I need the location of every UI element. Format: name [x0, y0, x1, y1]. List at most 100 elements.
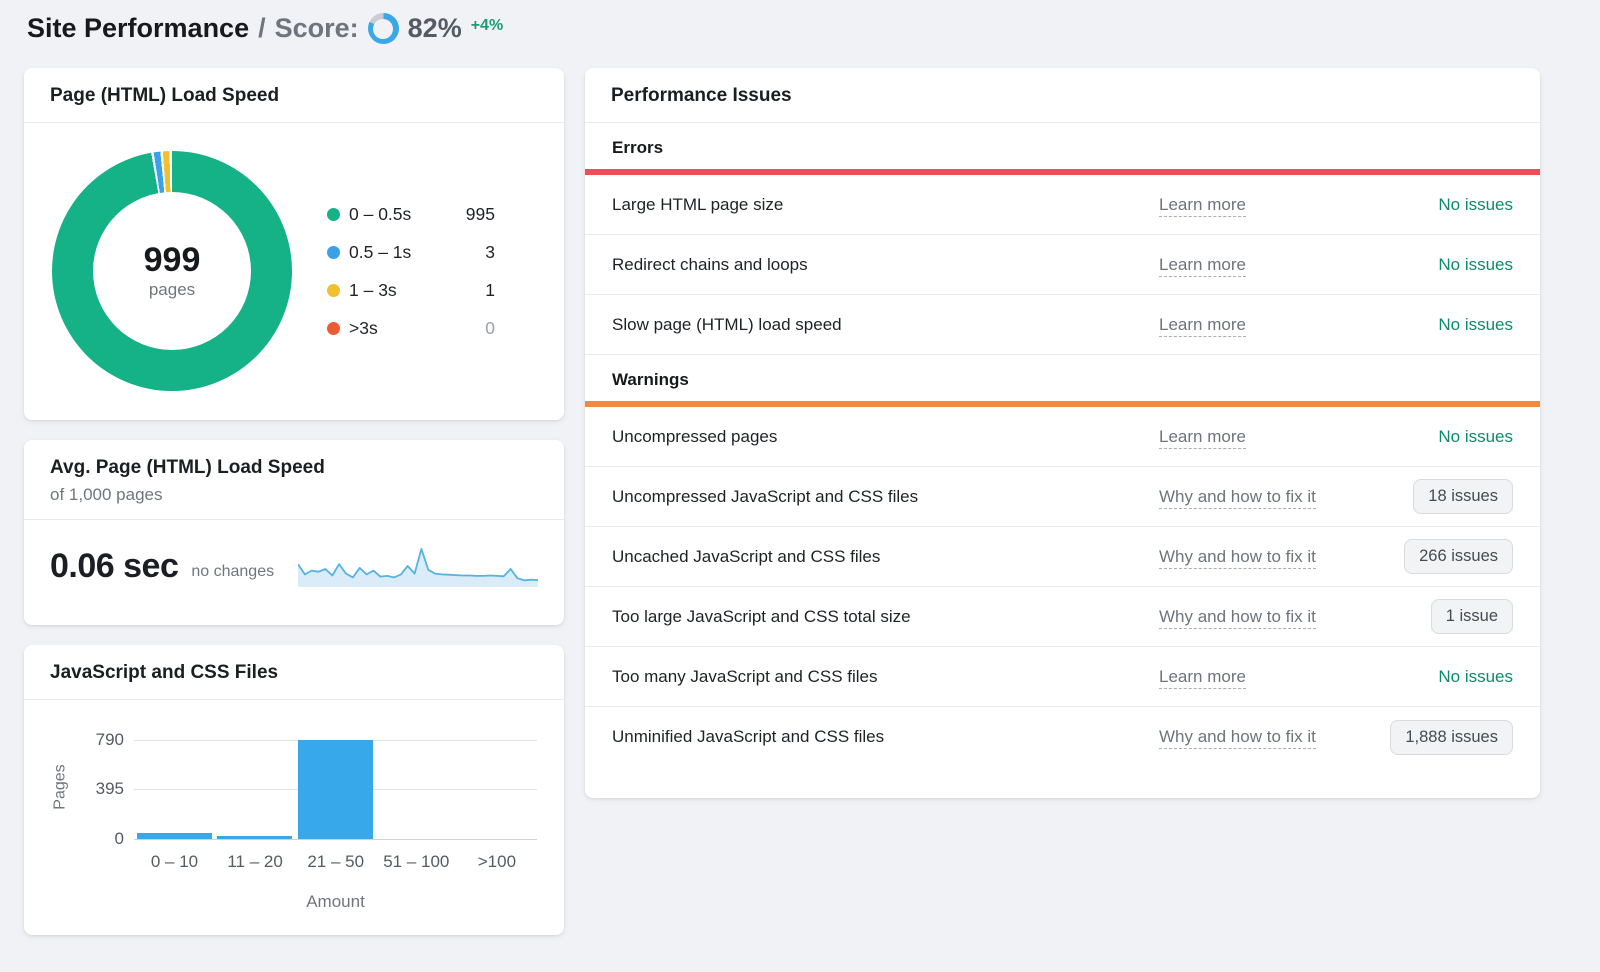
bar-21 – 50 — [298, 740, 373, 839]
files-bar-chart: 790 395 0 0 – 10 11 – 20 21 – 50 51 – 10… — [24, 700, 564, 934]
card-performance-issues: Performance Issues Errors Large HTML pag… — [585, 68, 1540, 798]
issue-help: Learn more — [1159, 315, 1438, 335]
issue-help: Learn more — [1159, 255, 1438, 275]
legend-color-dot — [327, 284, 340, 297]
issue-status: 18 issues — [1413, 479, 1513, 514]
card-title: Avg. Page (HTML) Load Speed — [24, 440, 564, 479]
x-tick-label: 21 – 50 — [295, 852, 376, 872]
issue-help: Why and how to fix it — [1159, 727, 1390, 747]
load-speed-sparkline-chart — [298, 543, 538, 589]
card-title: Page (HTML) Load Speed — [24, 68, 564, 123]
issue-row: Uncompressed pages Learn more No issues — [585, 407, 1540, 467]
legend-item: 0 – 0.5s 995 — [327, 195, 495, 233]
legend-value: 995 — [453, 204, 495, 225]
page-title: Site Performance — [27, 13, 249, 44]
issue-rows: Uncompressed pages Learn more No issues … — [585, 407, 1540, 767]
issue-label: Uncompressed JavaScript and CSS files — [612, 487, 1159, 507]
issue-row: Slow page (HTML) load speed Learn more N… — [585, 295, 1540, 355]
legend-item: 0.5 – 1s 3 — [327, 233, 495, 271]
issue-count-button[interactable]: 1,888 issues — [1390, 720, 1513, 755]
issue-help-link[interactable]: Why and how to fix it — [1159, 607, 1316, 629]
issue-status: No issues — [1438, 667, 1513, 687]
issue-help-link[interactable]: Why and how to fix it — [1159, 727, 1316, 749]
card-subtitle: of 1,000 pages — [24, 479, 564, 520]
donut-center: 999 pages — [93, 192, 251, 350]
x-axis-line — [134, 839, 537, 840]
issue-label: Too large JavaScript and CSS total size — [612, 607, 1159, 627]
legend-color-dot — [327, 246, 340, 259]
issue-count-button[interactable]: 18 issues — [1413, 479, 1513, 514]
x-tick-label: 11 – 20 — [215, 852, 296, 872]
issue-row: Large HTML page size Learn more No issue… — [585, 175, 1540, 235]
no-issues-status: No issues — [1438, 195, 1513, 214]
issue-help-link[interactable]: Why and how to fix it — [1159, 547, 1316, 569]
issue-help-link[interactable]: Why and how to fix it — [1159, 487, 1316, 509]
x-axis-title: Amount — [134, 892, 537, 912]
issue-help-link[interactable]: Learn more — [1159, 667, 1246, 689]
avg-load-speed-value: 0.06 sec — [50, 547, 178, 586]
issue-section: Errors Large HTML page size Learn more N… — [585, 123, 1540, 355]
issue-help-link[interactable]: Learn more — [1159, 315, 1246, 337]
issue-row: Unminified JavaScript and CSS files Why … — [585, 707, 1540, 767]
legend-color-dot — [327, 322, 340, 335]
legend-color-dot — [327, 208, 340, 221]
issue-help: Learn more — [1159, 195, 1438, 215]
legend-value: 0 — [453, 318, 495, 339]
issue-row: Uncompressed JavaScript and CSS files Wh… — [585, 467, 1540, 527]
issue-row: Too large JavaScript and CSS total size … — [585, 587, 1540, 647]
issue-label: Uncompressed pages — [612, 427, 1159, 447]
issue-count-button[interactable]: 1 issue — [1431, 599, 1513, 634]
legend-label: >3s — [349, 318, 453, 339]
legend-item: >3s 0 — [327, 309, 495, 347]
issue-status: 1 issue — [1431, 599, 1513, 634]
issue-status: No issues — [1438, 315, 1513, 335]
donut-legend: 0 – 0.5s 995 0.5 – 1s 3 1 – 3s 1 >3s 0 — [327, 195, 495, 347]
issue-row: Redirect chains and loops Learn more No … — [585, 235, 1540, 295]
legend-value: 3 — [453, 242, 495, 263]
card-title: Performance Issues — [585, 68, 1540, 123]
issue-help: Learn more — [1159, 427, 1438, 447]
section-heading: Errors — [585, 123, 1540, 169]
issue-label: Large HTML page size — [612, 195, 1159, 215]
card-title: JavaScript and CSS Files — [24, 645, 564, 700]
legend-value: 1 — [453, 280, 495, 301]
issue-help: Learn more — [1159, 667, 1438, 687]
issue-label: Too many JavaScript and CSS files — [612, 667, 1159, 687]
x-tick-label: >100 — [456, 852, 537, 872]
issue-status: No issues — [1438, 427, 1513, 447]
legend-label: 0 – 0.5s — [349, 204, 453, 225]
no-issues-status: No issues — [1438, 315, 1513, 334]
issue-help-link[interactable]: Learn more — [1159, 255, 1246, 277]
no-issues-status: No issues — [1438, 255, 1513, 274]
score-value: 82% — [408, 13, 462, 44]
no-issues-status: No issues — [1438, 427, 1513, 446]
donut-center-value: 999 — [144, 242, 201, 279]
issue-count-button[interactable]: 266 issues — [1404, 539, 1513, 574]
card-avg-load-speed: Avg. Page (HTML) Load Speed of 1,000 pag… — [24, 440, 564, 625]
issue-label: Unminified JavaScript and CSS files — [612, 727, 1159, 747]
issue-help: Why and how to fix it — [1159, 547, 1404, 567]
issue-help-link[interactable]: Learn more — [1159, 427, 1246, 449]
score-delta-badge: +4% — [471, 17, 503, 35]
legend-label: 1 – 3s — [349, 280, 453, 301]
card-page-load-speed: Page (HTML) Load Speed 999 pages 0 – 0.5… — [24, 68, 564, 420]
issue-label: Uncached JavaScript and CSS files — [612, 547, 1159, 567]
score-donut-hole — [373, 19, 393, 39]
change-label: no changes — [191, 563, 274, 581]
site-performance-page: Site Performance / Score: 82% +4% Page (… — [0, 0, 1600, 972]
issue-sections: Errors Large HTML page size Learn more N… — [585, 123, 1540, 767]
issue-status: No issues — [1438, 255, 1513, 275]
sparkline-area — [298, 549, 538, 587]
issue-help: Why and how to fix it — [1159, 607, 1431, 627]
score-label: Score: — [275, 13, 359, 44]
score-donut-icon — [368, 13, 399, 44]
legend-label: 0.5 – 1s — [349, 242, 453, 263]
issue-help: Why and how to fix it — [1159, 487, 1413, 507]
issue-help-link[interactable]: Learn more — [1159, 195, 1246, 217]
issue-label: Slow page (HTML) load speed — [612, 315, 1159, 335]
issue-row: Too many JavaScript and CSS files Learn … — [585, 647, 1540, 707]
donut-center-label: pages — [149, 280, 195, 300]
issue-status: 1,888 issues — [1390, 720, 1513, 755]
breadcrumb-separator: / — [258, 13, 266, 44]
issue-row: Uncached JavaScript and CSS files Why an… — [585, 527, 1540, 587]
